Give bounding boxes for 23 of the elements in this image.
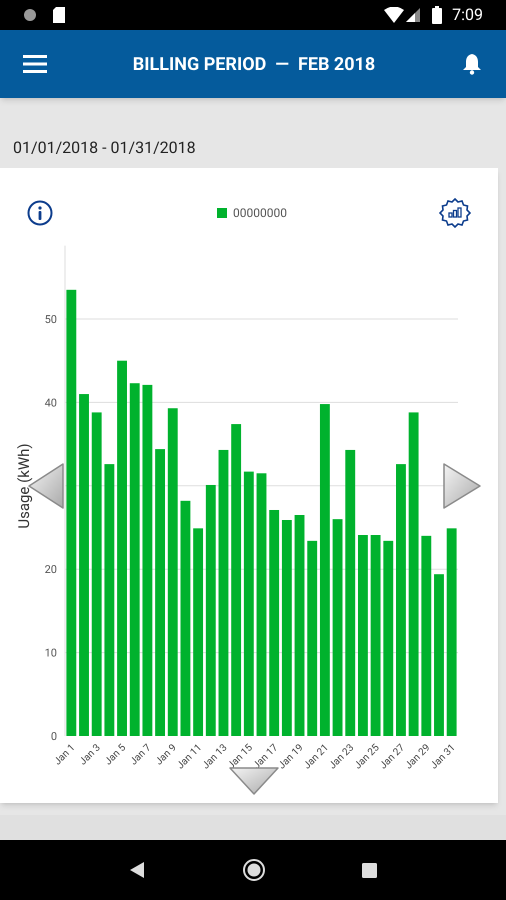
y-axis-label: 50	[44, 313, 57, 326]
sd-card-icon	[53, 7, 65, 23]
chart-settings-button[interactable]	[439, 196, 471, 228]
y-axis-title: Usage (kWh)	[15, 443, 33, 529]
x-axis-label: Jan 1	[52, 742, 78, 768]
x-axis-label: Jan 5	[103, 742, 128, 768]
y-axis-label: 40	[44, 396, 57, 410]
info-button[interactable]	[27, 200, 53, 226]
battery-icon	[432, 6, 442, 24]
billing-date-range: 01/01/2018 - 01/31/2018	[12, 137, 197, 159]
y-axis-label: 0	[50, 730, 57, 743]
status-time: 7:09	[452, 4, 483, 26]
recents-button[interactable]	[360, 861, 379, 879]
menu-button[interactable]	[22, 53, 48, 75]
legend-label: 00000000	[233, 204, 287, 222]
x-axis-label: Jan 7	[128, 742, 154, 768]
record-icon	[23, 8, 37, 22]
x-axis-label: Jan 3	[78, 742, 103, 768]
y-axis-label: 10	[44, 646, 57, 660]
signal-icon	[406, 8, 420, 22]
y-axis-label: 20	[44, 563, 57, 576]
home-button[interactable]	[242, 858, 266, 882]
page-title: BILLING PERIOD — FEB 2018	[132, 52, 376, 76]
